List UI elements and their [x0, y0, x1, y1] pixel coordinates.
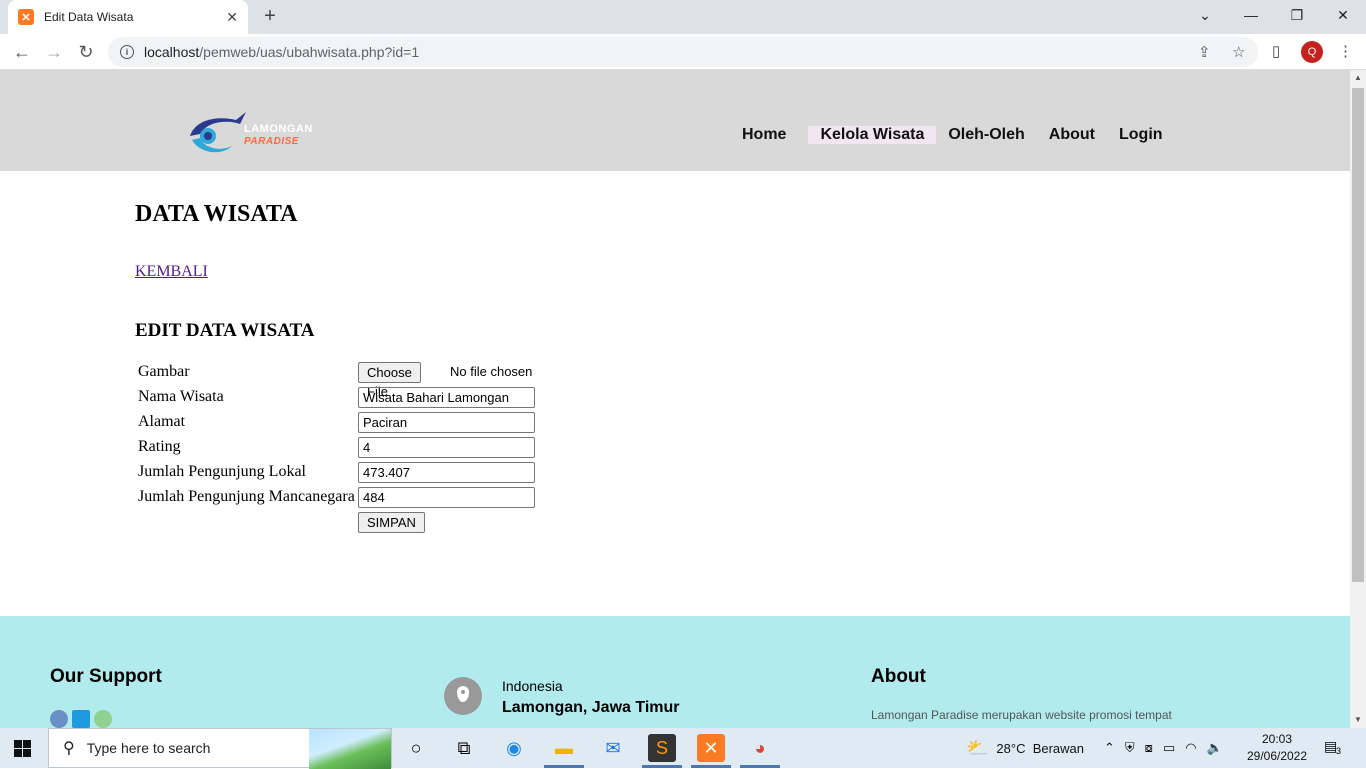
rating-label: Rating: [138, 438, 181, 455]
back-icon[interactable]: ←: [10, 40, 34, 64]
tab-search-chevron-icon[interactable]: ⌄: [1182, 0, 1228, 30]
bookmark-star-icon[interactable]: ☆: [1232, 43, 1245, 61]
new-tab-icon[interactable]: +: [258, 5, 282, 29]
page-scrollbar[interactable]: ▲ ▼: [1350, 70, 1366, 728]
system-tray: ⌃ ⛨ ⧇ ▭ ◠ 🔈: [1104, 728, 1223, 768]
tray-chevron-icon[interactable]: ⌃: [1104, 740, 1115, 756]
nav-oleh-oleh[interactable]: Oleh-Oleh: [936, 126, 1036, 144]
profile-avatar[interactable]: Q: [1301, 41, 1323, 63]
logo-text-paradise: PARADISE: [244, 136, 299, 147]
weather-text: 28°C Berawan: [996, 740, 1085, 756]
main-nav: Home Kelola Wisata Oleh-Oleh About Login: [730, 126, 1175, 144]
nav-kelola-wisata[interactable]: Kelola Wisata: [808, 126, 937, 144]
volume-icon[interactable]: 🔈: [1207, 740, 1223, 756]
address-bar[interactable]: i localhost/pemweb/uas/ubahwisata.php?id…: [108, 37, 1258, 67]
scroll-thumb[interactable]: [1352, 88, 1364, 582]
scroll-down-icon[interactable]: ▼: [1350, 712, 1366, 728]
search-highlight-image: [309, 729, 391, 769]
form-title: EDIT DATA WISATA: [135, 320, 315, 341]
fish-logo-icon: [190, 112, 246, 153]
taskbar-clock[interactable]: 20:03 29/06/2022: [1244, 731, 1310, 765]
minimize-icon[interactable]: —: [1228, 0, 1274, 30]
tab-title: Edit Data Wisata: [44, 10, 134, 24]
page-viewport: LAMONGAN PARADISE Home Kelola Wisata Ole…: [0, 70, 1350, 728]
weather-partly-cloudy-icon: ⛅: [966, 737, 989, 758]
menu-kebab-icon[interactable]: ⋮: [1338, 42, 1353, 60]
forward-icon[interactable]: →: [42, 40, 66, 64]
battery-icon[interactable]: ▭: [1163, 740, 1175, 756]
support-logo-2-icon[interactable]: [72, 710, 90, 728]
alamat-input[interactable]: Paciran: [358, 412, 535, 433]
file-explorer-icon[interactable]: ▬: [550, 734, 578, 762]
windows-taskbar: ⚲ Type here to search ○ ⧉ ◉ ▬ ✉ S ✕ ◕ ⛅ …: [0, 728, 1366, 769]
nav-home[interactable]: Home: [730, 126, 798, 144]
file-status-text: No file chosen: [450, 364, 533, 379]
url-text: localhost/pemweb/uas/ubahwisata.php?id=1: [144, 44, 420, 60]
tray-app-icon[interactable]: ⧇: [1145, 740, 1153, 756]
clock-time: 20:03: [1261, 732, 1293, 746]
weather-widget[interactable]: ⛅ 28°C Berawan: [966, 728, 1084, 768]
rating-input[interactable]: 4: [358, 437, 535, 458]
chrome-icon[interactable]: ◕: [746, 734, 774, 762]
xampp-favicon-icon: ✕: [18, 9, 34, 25]
pengunjung-lokal-label: Jumlah Pengunjung Lokal: [138, 463, 306, 480]
alamat-label: Alamat: [138, 413, 186, 430]
browser-tabbar: ✕ Edit Data Wisata ✕ + ⌄ — ❐ ✕: [0, 0, 1366, 34]
logo-text-lamongan: LAMONGAN: [244, 123, 313, 135]
footer-about-title: About: [871, 666, 926, 687]
taskbar-search-placeholder: Type here to search: [86, 740, 211, 756]
kembali-link[interactable]: KEMBALI: [135, 263, 208, 281]
nav-login[interactable]: Login: [1107, 126, 1175, 144]
share-icon[interactable]: ⇪: [1198, 43, 1211, 61]
search-icon: ⚲: [63, 740, 75, 757]
support-logo-3-icon[interactable]: [94, 710, 112, 728]
footer-about-text: Lamongan Paradise merupakan website prom…: [871, 708, 1172, 722]
cortana-icon[interactable]: ○: [402, 734, 430, 762]
site-header: LAMONGAN PARADISE Home Kelola Wisata Ole…: [0, 70, 1350, 171]
task-view-icon[interactable]: ⧉: [450, 734, 478, 762]
reload-icon[interactable]: ↻: [74, 40, 98, 64]
taskbar-search[interactable]: ⚲ Type here to search: [48, 728, 392, 769]
mail-icon[interactable]: ✉: [599, 734, 627, 762]
gambar-label: Gambar: [138, 363, 190, 380]
clock-date: 29/06/2022: [1246, 749, 1308, 763]
close-window-icon[interactable]: ✕: [1320, 0, 1366, 30]
choose-file-button[interactable]: Choose File: [358, 362, 421, 399]
browser-toolbar: ← → ↻ i localhost/pemweb/uas/ubahwisata.…: [0, 34, 1366, 70]
pengunjung-lokal-input[interactable]: 473.407: [358, 462, 535, 483]
restore-icon[interactable]: ❐: [1274, 0, 1320, 30]
our-support-title: Our Support: [50, 666, 162, 687]
side-panel-icon[interactable]: ▯: [1272, 42, 1280, 60]
nama-wisata-input[interactable]: Wisata Bahari Lamongan: [358, 387, 535, 408]
nama-wisata-label: Nama Wisata: [138, 388, 224, 405]
xampp-icon[interactable]: ✕: [697, 734, 725, 762]
scroll-up-icon[interactable]: ▲: [1350, 70, 1366, 86]
page-title: DATA WISATA: [135, 201, 298, 227]
nav-about[interactable]: About: [1037, 126, 1107, 144]
lamongan-paradise-logo[interactable]: LAMONGAN PARADISE: [186, 110, 326, 156]
pengunjung-mancanegara-input[interactable]: 484: [358, 487, 535, 508]
simpan-button[interactable]: SIMPAN: [358, 512, 425, 533]
edge-icon[interactable]: ◉: [500, 734, 528, 762]
site-info-icon[interactable]: i: [120, 45, 134, 59]
wifi-icon[interactable]: ◠: [1185, 740, 1196, 756]
footer-country: Indonesia: [502, 678, 563, 694]
pengunjung-mancanegara-label: Jumlah Pengunjung Mancanegara: [138, 488, 355, 505]
notification-count: 3: [1336, 746, 1342, 756]
support-logo-1-icon[interactable]: [50, 710, 68, 728]
sublime-text-icon[interactable]: S: [648, 734, 676, 762]
footer-city: Lamongan, Jawa Timur: [502, 699, 680, 716]
security-icon[interactable]: ⛨: [1125, 740, 1135, 756]
windows-start-icon[interactable]: [14, 740, 31, 757]
tab-close-icon[interactable]: ✕: [226, 9, 238, 26]
support-logos: [50, 710, 112, 728]
browser-tab[interactable]: ✕ Edit Data Wisata ✕: [8, 0, 248, 34]
location-pin-icon: [444, 677, 482, 715]
notification-center-icon[interactable]: ▤ 3: [1324, 738, 1344, 758]
site-footer: Our Support Indonesia Lamongan, Jawa Tim…: [0, 616, 1350, 728]
